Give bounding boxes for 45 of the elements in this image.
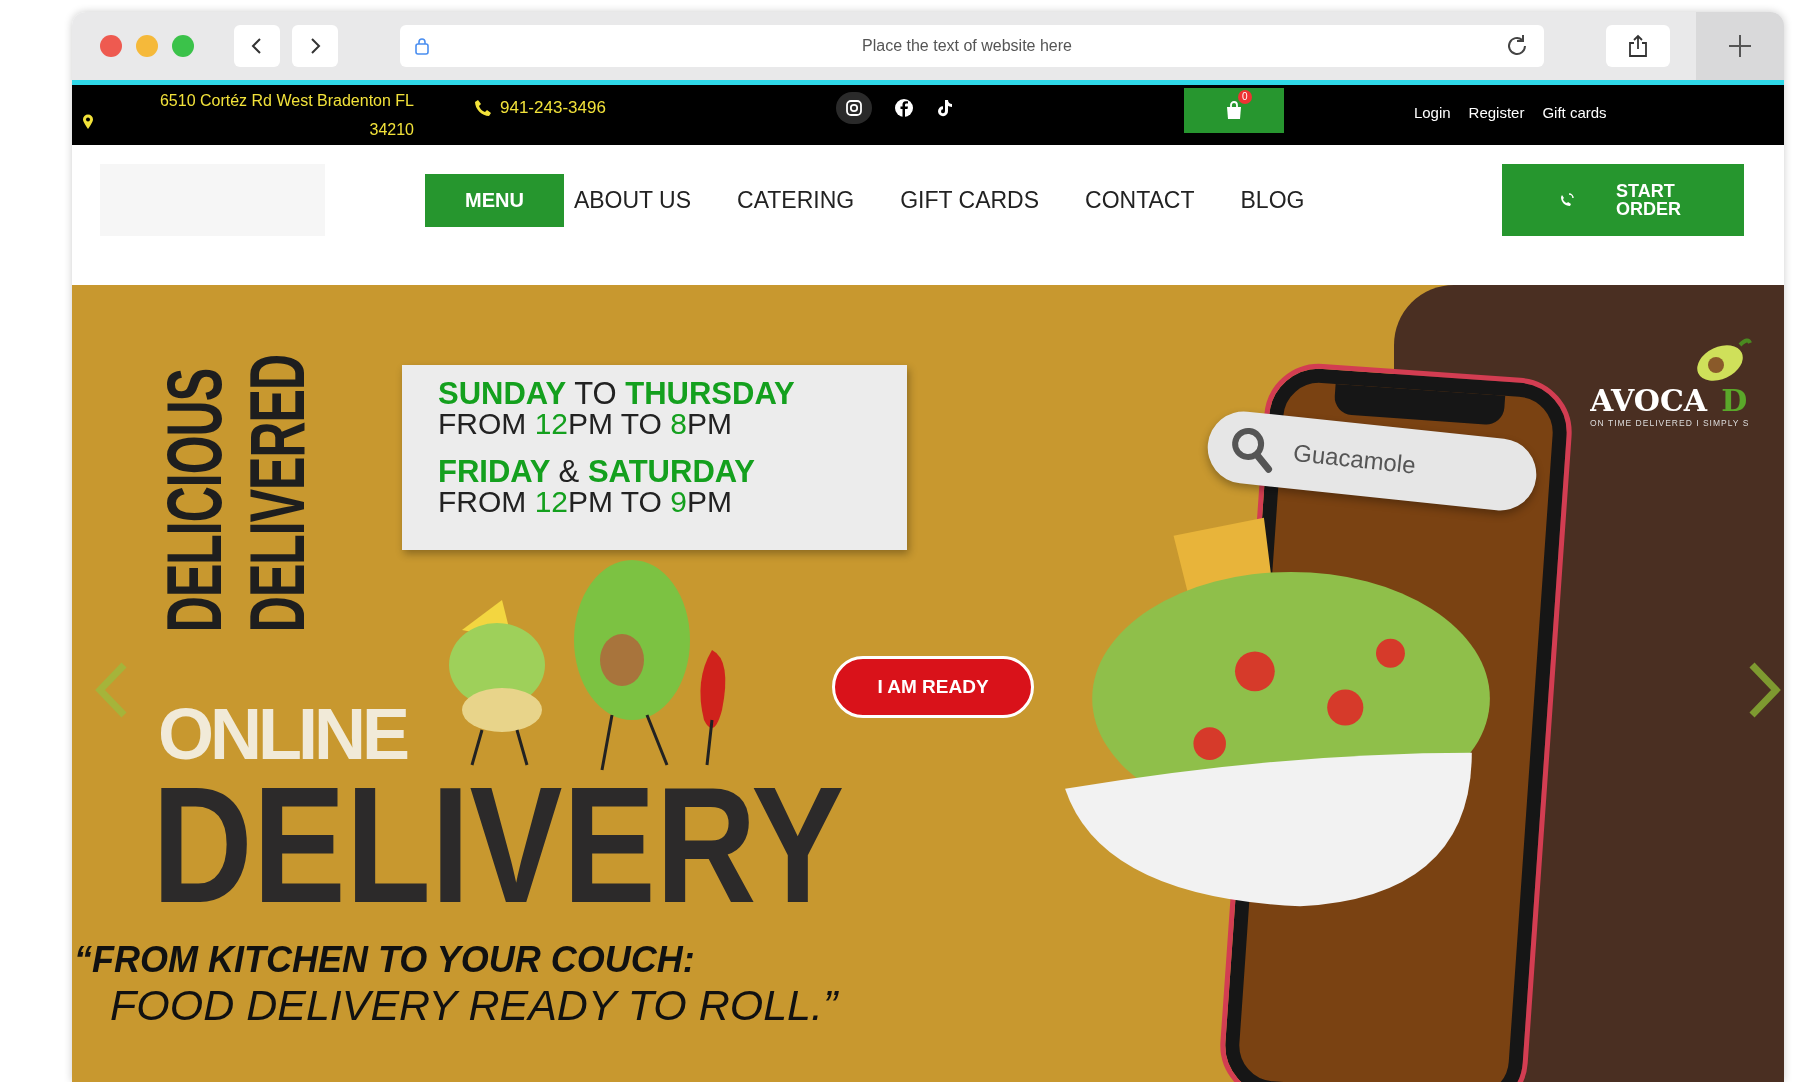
plus-icon — [1727, 33, 1753, 59]
vertical-headline: DELIVERED — [236, 355, 320, 633]
phone-icon — [474, 99, 492, 117]
maximize-dot-icon[interactable] — [172, 35, 194, 57]
music-note-icon[interactable] — [935, 98, 954, 118]
brand-name: D — [1721, 383, 1748, 418]
lock-icon — [414, 37, 430, 55]
phone-icon — [1558, 191, 1576, 209]
share-button[interactable] — [1606, 25, 1670, 67]
camera-icon[interactable] — [835, 92, 872, 124]
account-link[interactable]: Gift cards — [1542, 103, 1607, 121]
nav-link[interactable]: CATERING — [737, 172, 855, 228]
back-icon — [250, 37, 264, 55]
account-link[interactable]: Login — [1413, 103, 1451, 121]
hours-text: FROM 12PM TO 8PM — [438, 409, 733, 439]
share-icon — [1627, 34, 1649, 58]
forward-button[interactable] — [292, 25, 338, 67]
nav-link[interactable]: CONTACT — [1085, 172, 1195, 228]
nav-link[interactable]: ABOUT US — [573, 172, 692, 228]
account-link[interactable]: Register — [1468, 103, 1525, 121]
vertical-headline: DELICIOUS — [152, 367, 236, 633]
address-text: 6510 Cortéz Rd West Bradenton FL 34210 — [158, 91, 414, 140]
brand-tagline: ON TIME DELIVERED I SIMPLY S — [1590, 418, 1751, 428]
nav-link[interactable]: MENU — [425, 173, 564, 227]
days-text: SUNDAY TO THURSDAY — [438, 379, 796, 409]
forward-icon — [308, 37, 322, 55]
quote-text: “FROM KITCHEN TO YOUR COUCH: — [74, 939, 696, 981]
address-input[interactable]: Place the text of website here — [430, 36, 1504, 56]
map-pin-icon — [82, 114, 94, 130]
i-am-ready-button[interactable]: I AM READY — [832, 656, 1034, 718]
phone-link[interactable]: 941-243-3496 — [500, 98, 606, 118]
address-field[interactable]: Place the text of website here — [400, 25, 1544, 67]
brand-name: AVOCA — [1590, 383, 1708, 418]
facebook-icon[interactable] — [893, 98, 914, 118]
back-button[interactable] — [234, 25, 280, 67]
cart-button[interactable]: 0 — [1183, 87, 1284, 133]
minimize-dot-icon[interactable] — [136, 35, 158, 57]
quote-text: FOOD DELIVERY READY TO ROLL.” — [110, 981, 838, 1030]
close-dot-icon[interactable] — [100, 35, 122, 57]
hours-text: FROM 12PM TO 9PM — [438, 487, 733, 517]
nav-link[interactable]: BLOG — [1240, 172, 1305, 228]
days-text: FRIDAY & SATURDAY — [438, 457, 756, 487]
cart-count-badge: 0 — [1237, 89, 1252, 104]
start-order-button[interactable]: START ORDER — [1502, 164, 1744, 236]
nav-link[interactable]: GIFT CARDS — [900, 172, 1040, 228]
